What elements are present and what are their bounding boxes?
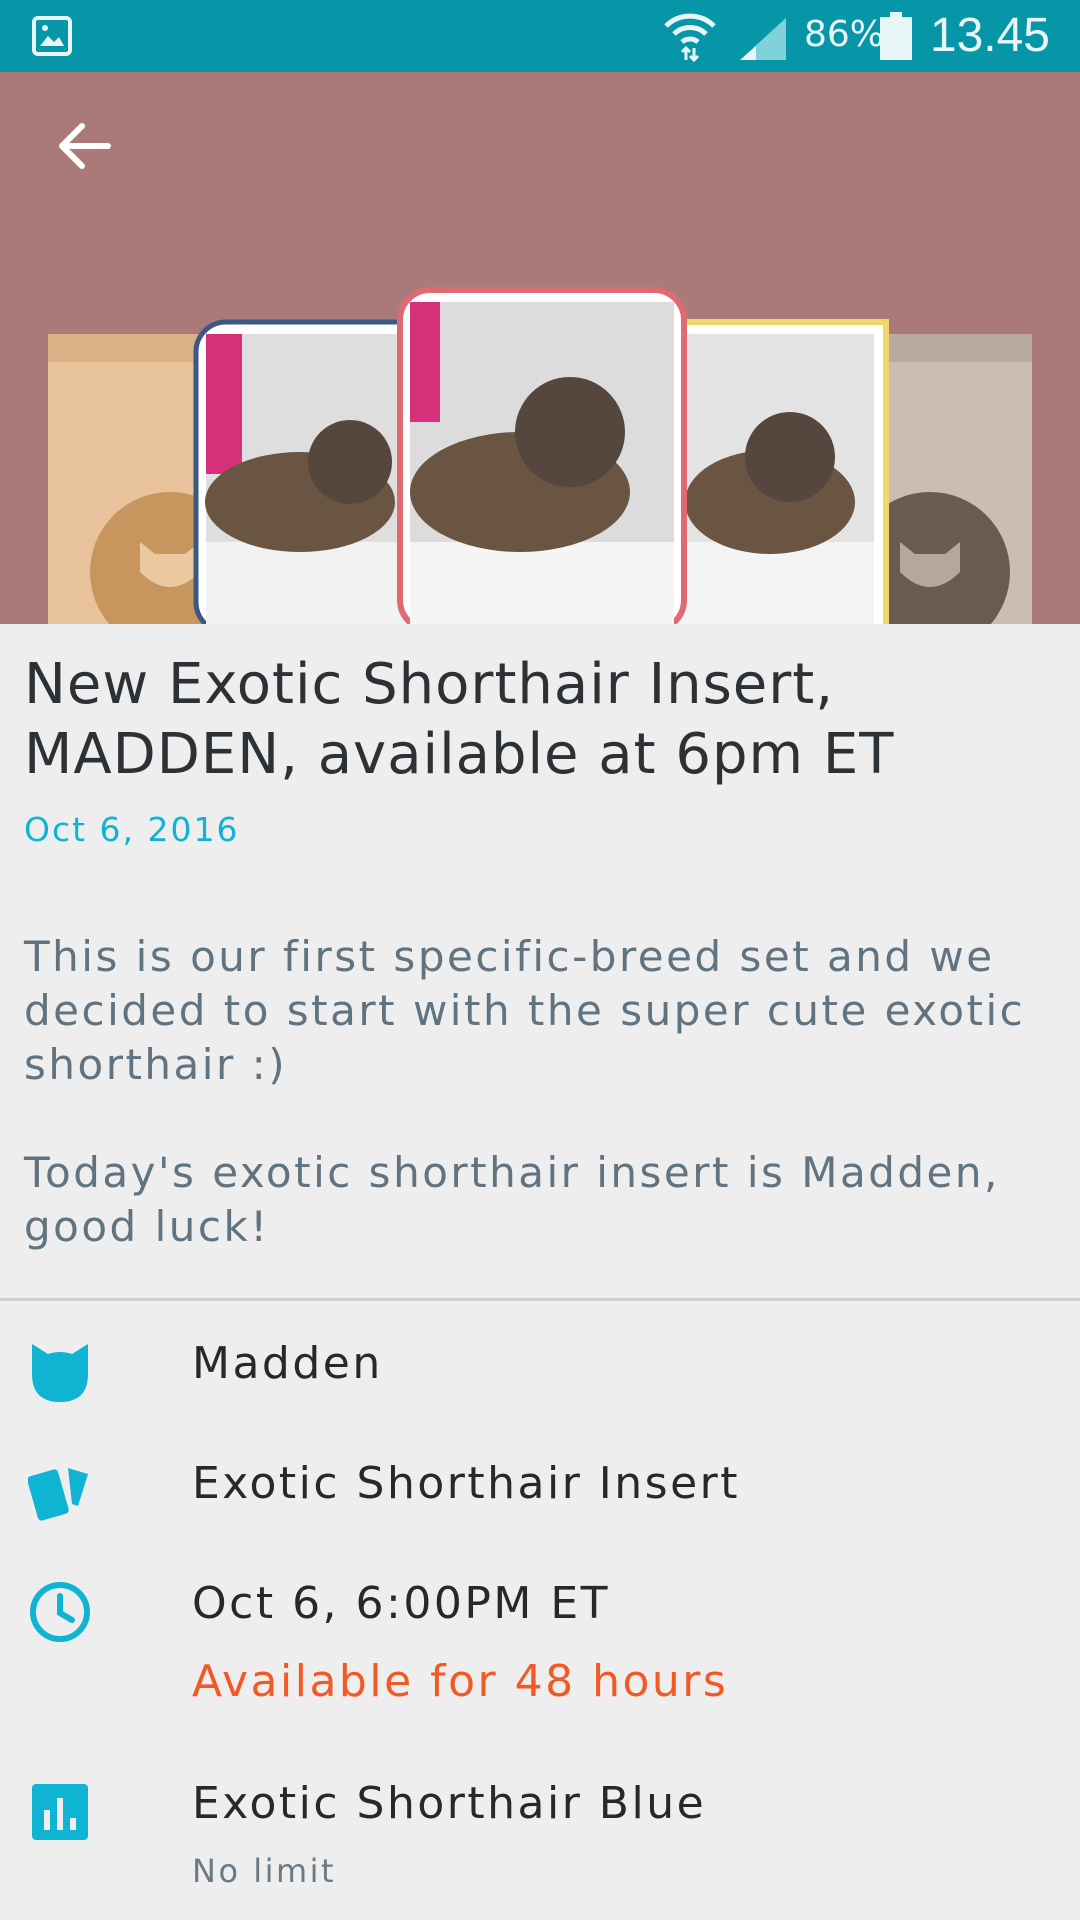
wifi-icon xyxy=(664,13,716,62)
battery-percent: 86% xyxy=(804,14,885,55)
detail-time: Oct 6, 6:00PM ET xyxy=(192,1578,610,1629)
hero-banner xyxy=(0,72,1080,624)
article-body: This is our first specific-breed set and… xyxy=(24,930,1044,1308)
gallery-notification-icon xyxy=(32,16,72,56)
detail-variant: Exotic Shorthair Blue xyxy=(192,1778,707,1829)
battery-icon xyxy=(880,12,912,60)
clock-icon xyxy=(30,1582,90,1642)
signal-icon xyxy=(740,18,786,60)
article-title: New Exotic Shorthair Insert, MADDEN, ava… xyxy=(24,652,895,787)
article-date: Oct 6, 2016 xyxy=(24,810,240,849)
cards-icon xyxy=(28,1468,88,1521)
card-packs-image xyxy=(48,287,1032,624)
status-time: 13.45 xyxy=(929,9,1050,62)
detail-set: Exotic Shorthair Insert xyxy=(192,1458,740,1509)
divider xyxy=(0,1298,1080,1301)
article-paragraph: This is our first specific-breed set and… xyxy=(24,932,1026,1089)
status-bar: 86% 13.45 xyxy=(0,0,1080,72)
detail-limit: No limit xyxy=(192,1852,337,1890)
bar-chart-icon xyxy=(32,1784,88,1840)
back-arrow-icon[interactable] xyxy=(52,114,116,178)
detail-availability: Available for 48 hours xyxy=(192,1656,729,1707)
cat-head-icon xyxy=(32,1344,88,1402)
detail-name: Madden xyxy=(192,1338,383,1389)
article-paragraph: Today's exotic shorthair insert is Madde… xyxy=(24,1148,1000,1251)
